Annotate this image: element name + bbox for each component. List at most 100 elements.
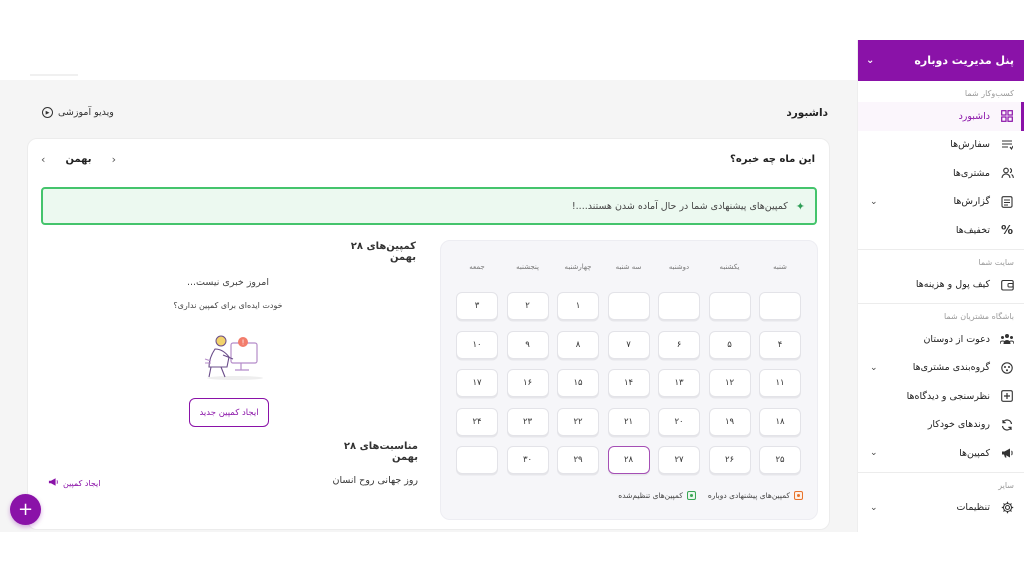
legend-scheduled: کمپین‌های تنظیم‌شده [618,491,696,500]
legend-suggested-label: کمپین‌های پیشنهادی دوباره [707,491,790,500]
calendar-day-today[interactable]: ۲۸ [607,446,650,474]
calendar-day[interactable]: ۱۰ [456,330,498,359]
calendar-day[interactable]: ۳ [456,292,498,320]
calendar-day[interactable]: ۱۷ [456,369,498,397]
video-tutorial-link[interactable]: ویدیو آموزشی ▶ [42,107,114,118]
sidebar: پنل مدیریت دوباره ⌄ کسب‌وکار شما داشبورد… [857,40,1024,532]
page-title: داشبورد [786,107,828,119]
top-strip [30,74,78,76]
weekday-header: سه شنبه [615,263,642,271]
calendar-day[interactable]: ۲۶ [708,446,751,474]
sidebar-item-discounts[interactable]: % تخفیف‌ها [858,216,1024,245]
chevron-down-icon[interactable]: ⌄ [870,197,878,207]
calendar-day[interactable]: ۲ [506,292,549,320]
calendar-day[interactable] [708,292,751,320]
automation-icon [1000,418,1014,432]
chevron-down-icon[interactable]: ⌄ [870,363,878,373]
calendar-day[interactable]: ۸ [557,330,599,359]
sidebar-section-label: سایت شما [978,257,1014,267]
banner-text: کمپین‌های پیشنهادی شما در حال آماده شدن … [571,200,788,212]
reports-icon [1000,195,1014,209]
survey-icon [1000,389,1014,403]
calendar-day[interactable]: ۲۵ [759,446,801,474]
month-label: بهمن [65,154,92,165]
sidebar-item-customers[interactable]: مشتری‌ها [858,159,1024,188]
calendar-day[interactable]: ۹ [506,330,549,359]
calendar-day[interactable]: ۱ [557,292,599,320]
calendar-day[interactable]: ۴ [759,330,801,359]
sidebar-title: پنل مدیریت دوباره [914,54,1014,67]
campaign-icon [1000,446,1014,460]
sidebar-item-label: نظرسنجی و دیدگاه‌ها [906,390,990,402]
sidebar-item-settings[interactable]: تنظیمات ⌄ [858,494,1024,523]
dashboard-icon [1000,109,1014,123]
chevron-down-icon[interactable]: ⌄ [870,503,878,513]
calendar-day[interactable]: ۲۳ [506,407,549,436]
sparkle-icon: ✦ [795,199,805,213]
sidebar-item-label: روندهای خودکار [927,419,990,431]
chevron-down-icon[interactable]: ⌄ [866,55,874,66]
wallet-icon [1000,278,1014,292]
sidebar-item-segments[interactable]: گروه‌بندی مشتری‌ها ⌄ [858,354,1024,383]
calendar-day[interactable]: ۳۰ [506,446,549,474]
calendar-day[interactable]: ۲۷ [658,446,700,474]
sidebar-section-label: سایر [998,480,1014,490]
weekday-header: یکشنبه [719,263,740,271]
suggestion-banner: ✦ کمپین‌های پیشنهادی شما در حال آماده شد… [41,187,817,225]
sidebar-item-label: دعوت از دوستان [923,333,990,345]
calendar-day[interactable] [658,292,700,320]
calendar-day[interactable]: ۲۹ [557,446,599,474]
create-campaign-label: ایجاد کمپین [63,478,101,488]
sidebar-item-label: گروه‌بندی مشتری‌ها [912,362,990,374]
calendar-day[interactable]: ۷ [607,330,650,359]
sidebar-item-campaigns[interactable]: کمپین‌ها ⌄ [858,439,1024,468]
sidebar-item-reports[interactable]: گزارش‌ها ⌄ [858,188,1024,217]
month-card: این ماه چه خبره؟ ‹ بهمن › ✦ کمپین‌های پی… [27,138,830,530]
customers-icon [1000,166,1014,180]
legend-scheduled-swatch [686,491,696,500]
calendar-day[interactable] [456,446,498,474]
calendar-day[interactable]: ۱۹ [708,407,751,436]
create-campaign-link[interactable]: ایجاد کمپین [48,477,101,489]
calendar-day[interactable] [607,292,650,320]
sidebar-item-survey[interactable]: نظرسنجی و دیدگاه‌ها [858,382,1024,411]
sidebar-item-invite[interactable]: دعوت از دوستان [858,325,1024,354]
calendar-day[interactable] [759,292,801,320]
calendar-day[interactable]: ۱۵ [557,369,599,397]
sidebar-item-label: گزارش‌ها [953,196,991,208]
calendar-day[interactable]: ۵ [708,330,751,359]
percent-icon: % [1000,223,1014,238]
sidebar-item-wallet[interactable]: کیف پول و هزینه‌ها [858,271,1024,300]
sidebar-item-orders[interactable]: سفارش‌ها [858,131,1024,160]
calendar-day[interactable]: ۶ [658,330,700,359]
sidebar-item-automation[interactable]: روندهای خودکار [858,411,1024,440]
sidebar-item-label: تنظیمات [956,502,990,514]
calendar-day[interactable]: ۲۰ [658,407,700,436]
sidebar-item-dashboard[interactable]: داشبورد [858,102,1024,131]
svg-text:!: ! [242,339,245,347]
calendar-day[interactable]: ۲۲ [557,407,599,436]
sidebar-header[interactable]: پنل مدیریت دوباره ⌄ [858,40,1024,81]
megaphone-icon [48,477,59,489]
chevron-left-icon[interactable]: ‹ [41,153,45,166]
legend-scheduled-label: کمپین‌های تنظیم‌شده [618,491,683,500]
person-at-computer-illustration: ! [201,329,269,381]
calendar-day[interactable]: ۱۴ [607,369,650,397]
calendar-day[interactable]: ۱۶ [506,369,549,397]
sidebar-section-label: باشگاه مشتریان شما [943,312,1014,321]
calendar-day[interactable]: ۱۸ [759,407,801,436]
sidebar-item-label: سفارش‌ها [950,139,990,151]
occasion-item: روز جهانی روح انسان [332,475,418,486]
calendar-day[interactable]: ۲۴ [456,407,498,436]
calendar-day[interactable]: ۲۱ [607,407,650,436]
chevron-down-icon[interactable]: ⌄ [870,448,878,458]
chevron-right-icon[interactable]: › [112,153,116,166]
add-fab-button[interactable]: + [10,494,41,525]
month-navigator: ‹ بهمن › [41,153,116,166]
calendar-day[interactable]: ۱۱ [759,369,801,397]
day-campaigns-title: کمپین‌های ۲۸ بهمن [350,241,416,263]
sidebar-item-label: داشبورد [958,110,990,122]
calendar-day[interactable]: ۱۳ [658,369,700,397]
calendar-day[interactable]: ۱۲ [708,369,751,397]
new-campaign-button[interactable]: ایجاد کمپین جدید [189,398,269,427]
